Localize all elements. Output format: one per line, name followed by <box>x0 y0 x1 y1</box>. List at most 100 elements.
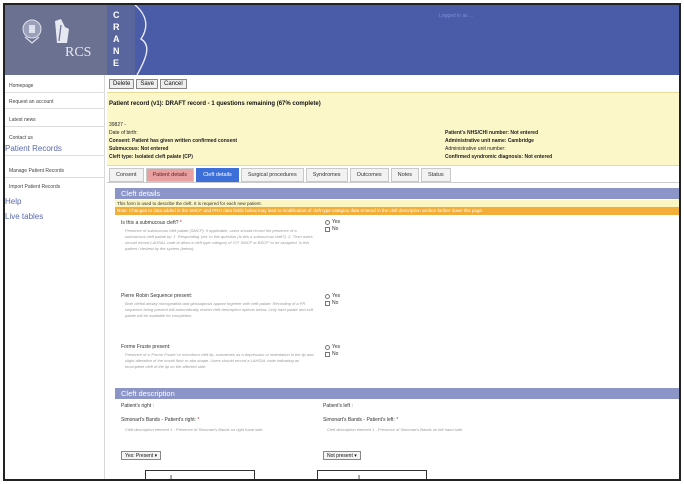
submucous-option-yes[interactable]: Yes <box>325 219 340 225</box>
save-button[interactable]: Save <box>136 79 159 89</box>
question-submucous-label: Is this a submucous cleft? * <box>121 220 182 226</box>
sidebar-section-patient-records[interactable]: Patient Records <box>5 144 62 153</box>
sidebar-item-help[interactable]: Help <box>5 197 21 206</box>
section-heading-cleft-details: Cleft details <box>115 188 679 199</box>
divider <box>5 177 105 178</box>
required-marker: * <box>197 417 200 423</box>
diagram-letter: L <box>170 474 175 481</box>
patient-record-summary: Patient record (v1): DRAFT record - 1 qu… <box>107 92 679 166</box>
pierre-robin-option-no[interactable]: No <box>325 300 338 306</box>
required-marker: * <box>396 417 399 423</box>
record-id: 39827 - <box>109 122 126 128</box>
divider <box>5 92 105 93</box>
tab-status[interactable]: Status <box>421 168 451 182</box>
divider <box>5 126 105 127</box>
simonart-right-text: Simonart's Bands - Patient's right: <box>121 417 196 423</box>
record-admin-unit-name: Administrative unit name: Cambridge <box>445 138 534 144</box>
patient-right-heading: Patient's right : <box>121 403 154 409</box>
simonart-right-help: Cleft description element 1 - Presence o… <box>125 427 264 432</box>
face-profile-icon <box>134 5 148 75</box>
simonart-left-select[interactable]: Not present ▾ <box>323 451 361 460</box>
record-syndromic-diagnosis: Confirmed syndromic diagnosis: Not enter… <box>445 154 553 160</box>
sidebar-item-manage-records[interactable]: Manage Patient Records <box>9 168 64 174</box>
section-heading-cleft-description: Cleft description <box>115 388 679 399</box>
option-label: Yes <box>332 219 341 225</box>
form-info-text: This form is used to describe the cleft.… <box>115 200 679 207</box>
tab-patient-details[interactable]: Patient details <box>145 168 195 182</box>
record-dob: Date of birth: <box>109 130 138 136</box>
cleft-details-form: Cleft details This form is used to descr… <box>107 182 679 481</box>
sidebar: Homepage Request an account Latest news … <box>5 75 105 479</box>
select-value: Not present <box>327 453 353 459</box>
mace-icon <box>55 19 69 43</box>
record-nhs-number: Patient's NHS/CHI number: Not entered <box>445 130 539 136</box>
submucous-option-no[interactable]: No <box>325 226 338 232</box>
radio-button[interactable] <box>325 293 330 299</box>
radio-button[interactable] <box>325 219 330 225</box>
site-header: RCS C R A N E Logged in as ... <box>5 5 679 75</box>
app-window: RCS C R A N E Logged in as ... Homepage … <box>3 3 681 481</box>
simonart-left-help: Cleft description element 1 - Presence o… <box>327 427 464 432</box>
crane-letter: C <box>113 10 120 20</box>
record-submucous: Submucous: Not entered <box>109 146 169 152</box>
pierre-robin-option-yes[interactable]: Yes <box>325 293 340 299</box>
logo-text: RCS <box>65 45 92 60</box>
record-toolbar: Delete Save Cancel <box>109 79 187 89</box>
record-admin-unit-number: Administrative unit number: <box>445 146 506 152</box>
radio-button[interactable] <box>325 344 330 350</box>
header-user-link[interactable]: Logged in as ... <box>439 13 473 19</box>
chevron-down-icon: ▾ <box>354 453 357 459</box>
sidebar-item-contact[interactable]: Contact us <box>9 135 33 141</box>
sidebar-item-homepage[interactable]: Homepage <box>9 83 33 89</box>
checkbox[interactable] <box>325 351 330 357</box>
crest-icon <box>22 19 42 44</box>
tab-notes[interactable]: Notes <box>390 168 420 182</box>
crane-letter: N <box>113 46 120 56</box>
select-value: Yes: Present <box>125 453 154 459</box>
question-pierre-robin-label: Pierre Robin Sequence present: <box>121 293 193 299</box>
simonart-left-text: Simonart's Bands - Patient's left: <box>323 417 395 423</box>
crane-letter: R <box>113 22 120 32</box>
delete-button[interactable]: Delete <box>109 79 135 89</box>
option-label: Yes <box>332 344 341 350</box>
record-consent: Consent: Patient has given written confi… <box>109 138 238 144</box>
checkbox[interactable] <box>325 300 330 306</box>
option-label: No <box>332 351 339 357</box>
forme-fruste-option-no[interactable]: No <box>325 351 338 357</box>
tab-syndromes[interactable]: Syndromes <box>305 168 348 182</box>
checkbox[interactable] <box>325 226 330 232</box>
divider <box>5 108 105 109</box>
required-marker: * <box>179 220 182 226</box>
record-cleft-type: Cleft type: Isolated cleft palate (CP) <box>109 154 193 160</box>
tab-surgical-procedures[interactable]: Surgical procedures <box>240 168 304 182</box>
tab-outcomes[interactable]: Outcomes <box>349 168 389 182</box>
main-content: Delete Save Cancel Patient record (v1): … <box>107 75 679 481</box>
sidebar-item-import-records[interactable]: Import Patient Records <box>9 184 60 190</box>
question-pierre-robin-help: Both cleftal airway micrognathia and glo… <box>125 301 314 318</box>
tab-cleft-details[interactable]: Cleft details <box>196 168 239 182</box>
crane-letter: A <box>113 34 120 44</box>
cancel-button[interactable]: Cancel <box>160 79 187 89</box>
question-forme-fruste-label: Forme Fruste present: <box>121 344 171 350</box>
rcs-logo[interactable]: RCS <box>5 5 107 75</box>
simonart-left-label: Simonart's Bands - Patient's left: * <box>323 417 398 423</box>
record-title: Patient record (v1): DRAFT record - 1 qu… <box>109 101 321 107</box>
forme-fruste-option-yes[interactable]: Yes <box>325 344 340 350</box>
sidebar-item-live-tables[interactable]: Live tables <box>5 212 43 221</box>
lip-diagram-right: L <box>145 470 255 481</box>
question-submucous-help: Presence of submucous cleft palate (SMCP… <box>125 228 313 251</box>
question-forme-fruste-help: Presence of a 'Forme Fruste' or microfor… <box>125 352 314 369</box>
tab-consent[interactable]: Consent <box>109 168 144 182</box>
option-label: No <box>332 226 339 232</box>
diagram-letter: L <box>358 474 363 481</box>
sidebar-item-request-account[interactable]: Request an account <box>9 99 53 105</box>
simonart-right-label: Simonart's Bands - Patient's right: * <box>121 417 199 423</box>
crane-letter: E <box>113 58 120 68</box>
divider <box>5 155 105 156</box>
simonart-right-select[interactable]: Yes: Present ▾ <box>121 451 162 460</box>
sidebar-item-latest-news[interactable]: Latest news <box>9 117 36 123</box>
question-submucous-text: Is this a submucous cleft? <box>121 220 179 226</box>
record-tabs: Consent Patient details Cleft details Su… <box>109 168 451 182</box>
option-label: Yes <box>332 293 341 299</box>
lip-diagram-left: L <box>317 470 427 481</box>
